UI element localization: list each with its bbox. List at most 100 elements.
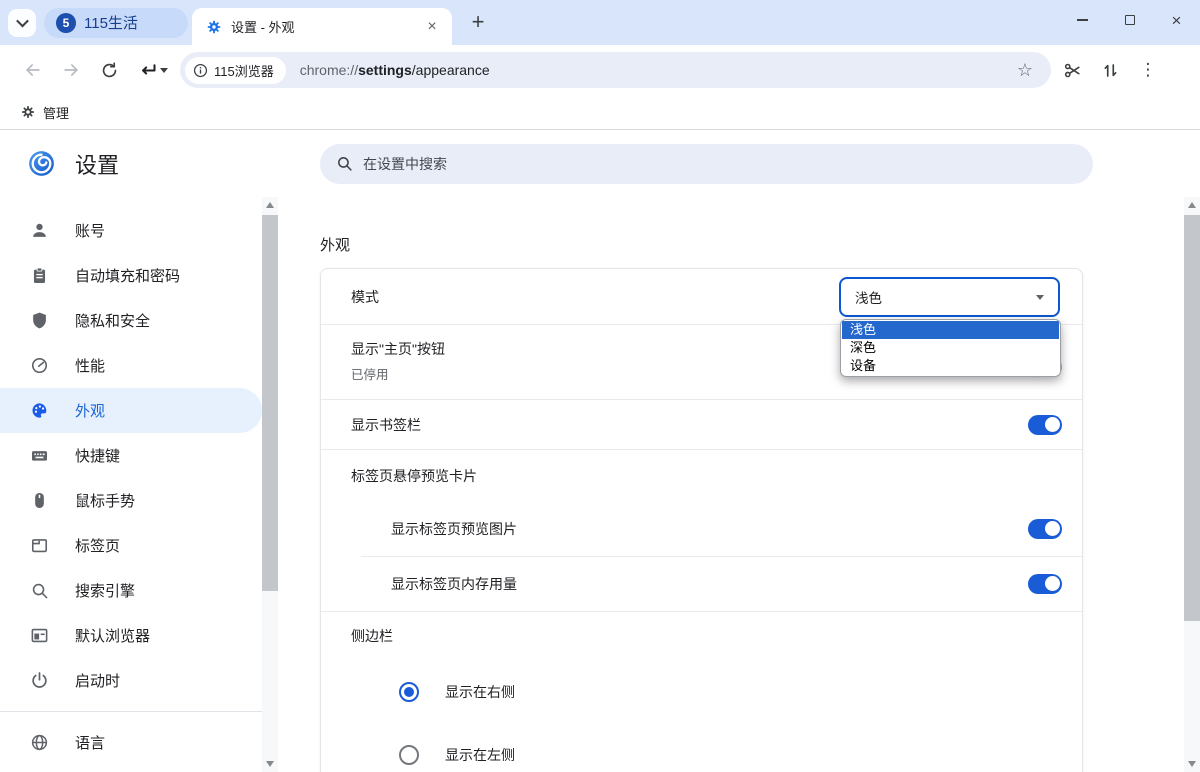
reload-button[interactable] [94,55,124,85]
minimize-icon [1077,19,1088,21]
appearance-card: 模式 浅色 浅色深色设备 显示"主页"按钮 已停用 显示书签栏 [320,268,1083,772]
sidebar-item-performance[interactable]: 性能 [0,343,262,388]
tab-hover-label: 标签页悬停预览卡片 [351,466,477,486]
gesture-dropdown-caret[interactable] [160,68,168,73]
sidebar-item-label: 隐私和安全 [75,310,150,331]
sidebar-item-search-engine[interactable]: 搜索引擎 [0,568,262,613]
kebab-menu-icon: ⋮ [1140,60,1157,80]
sidebar-item-label: 鼠标手势 [75,490,135,511]
sidebar-item-label: 语言 [75,732,105,753]
sidebar-item-mouse-gestures[interactable]: 鼠标手势 [0,478,262,523]
settings-content: 外观 模式 浅色 浅色深色设备 显示"主页"按钮 已停用 [278,197,1184,772]
mode-select[interactable]: 浅色 [839,277,1060,317]
row-tab-hover-label: 标签页悬停预览卡片 [321,449,1082,501]
settings-body: 账号自动填充和密码隐私和安全性能外观快捷键鼠标手势标签页搜索引擎默认浏览器启动时… [0,197,1200,772]
sidebar-item-default-browser[interactable]: 默认浏览器 [0,613,262,658]
site-info-chip[interactable]: 115浏览器 [185,57,286,84]
forward-button[interactable] [56,55,86,85]
select-caret-icon [1036,295,1044,300]
sidebar-item-privacy[interactable]: 隐私和安全 [0,298,262,343]
content-scrollbar-thumb[interactable] [1184,215,1200,621]
sidebar-item-appearance[interactable]: 外观 [0,388,262,433]
home-button-status: 已停用 [351,364,445,383]
shield-icon [30,311,49,330]
scroll-down-arrow-icon[interactable] [266,761,274,767]
sidebar-item-account[interactable]: 账号 [0,208,262,253]
settings-sidebar: 账号自动填充和密码隐私和安全性能外观快捷键鼠标手势标签页搜索引擎默认浏览器启动时… [0,197,262,772]
mode-option-2[interactable]: 设备 [842,357,1059,375]
sidebar-item-autofill[interactable]: 自动填充和密码 [0,253,262,298]
scroll-up-arrow-icon[interactable] [266,202,274,208]
info-icon [193,63,208,78]
close-button[interactable]: × [1153,0,1200,40]
maximize-button[interactable] [1106,0,1153,40]
new-tab-button[interactable]: + [464,9,492,37]
mouse-gesture-button[interactable] [132,55,162,85]
tab-settings-appearance[interactable]: 设置 - 外观 × [192,8,452,45]
side-left-radio[interactable] [399,745,419,765]
back-button[interactable] [18,55,48,85]
bookmark-star-icon[interactable]: ☆ [1017,60,1033,81]
chevron-down-icon [16,15,29,28]
sidebar-item-languages[interactable]: 语言 [0,720,262,765]
tab-label: 115生活 [84,12,138,33]
settings-search-box[interactable] [320,144,1093,184]
tab-label: 设置 - 外观 [231,17,413,36]
tab-preview-label: 显示标签页预览图片 [391,519,517,539]
keyboard-icon [30,446,49,465]
side-left-label: 显示在左侧 [445,745,515,765]
browser-logo-icon [28,150,55,177]
tab-icon [30,536,49,555]
mode-option-1[interactable]: 深色 [842,339,1059,357]
row-tab-preview: 显示标签页预览图片 [321,501,1082,556]
tab-search-button[interactable] [8,9,36,37]
scroll-up-arrow-icon[interactable] [1188,202,1196,208]
bookmark-item-manage[interactable]: 管理 [12,100,77,125]
page-title: 设置 [75,148,119,180]
downloads-traffic-button[interactable] [1093,55,1127,85]
row-tab-memory: 显示标签页内存用量 [321,556,1082,611]
sidebar-scrollbar[interactable] [262,197,278,772]
address-bar[interactable]: 115浏览器 chrome://settings/appearance ☆ [180,52,1051,88]
forward-icon [61,60,81,80]
maximize-icon [1125,15,1135,25]
sidebar-item-startup[interactable]: 启动时 [0,658,262,703]
sidebar-scrollbar-thumb[interactable] [262,215,278,591]
screenshot-button[interactable] [1055,55,1089,85]
sidebar-item-label: 外观 [75,400,105,421]
sidebar-item-tabs[interactable]: 标签页 [0,523,262,568]
section-title: 外观 [320,234,1184,255]
tab-close-icon[interactable]: × [422,17,442,37]
sidebar-item-label: 启动时 [75,670,120,691]
tab-115-life[interactable]: 5 115生活 [44,8,188,38]
up-down-arrows-icon [1101,61,1120,80]
sidebar-item-label: 搜索引擎 [75,580,135,601]
settings-header: 设置 [0,130,1200,197]
row-side-right: 显示在右侧 [321,659,1082,725]
search-input[interactable] [363,156,1077,172]
return-arrow-icon [137,60,158,81]
side-right-radio[interactable] [399,682,419,702]
tab-memory-label: 显示标签页内存用量 [391,574,517,594]
minimize-button[interactable] [1059,0,1106,40]
row-bookmarks-bar: 显示书签栏 [321,399,1082,449]
sidebar-item-shortcuts[interactable]: 快捷键 [0,433,262,478]
home-button-label: 显示"主页"按钮 [351,339,445,359]
back-icon [23,60,43,80]
globe-icon [30,733,49,752]
bookmarks-bar-label: 显示书签栏 [351,415,421,435]
sidebar-divider [0,711,262,712]
search-icon [30,581,49,600]
scroll-down-arrow-icon[interactable] [1188,761,1196,767]
mouse-icon [30,491,49,510]
window-controls: × [1059,0,1200,40]
content-scrollbar[interactable] [1184,197,1200,772]
bookmarks-bar-toggle[interactable] [1028,415,1062,435]
side-panel-label: 侧边栏 [351,626,393,646]
mode-option-0[interactable]: 浅色 [842,321,1059,339]
row-side-left: 显示在左侧 [321,725,1082,772]
browser-menu-button[interactable]: ⋮ [1131,55,1165,85]
gear-icon [206,19,222,35]
tab-memory-toggle[interactable] [1028,574,1062,594]
tab-preview-toggle[interactable] [1028,519,1062,539]
